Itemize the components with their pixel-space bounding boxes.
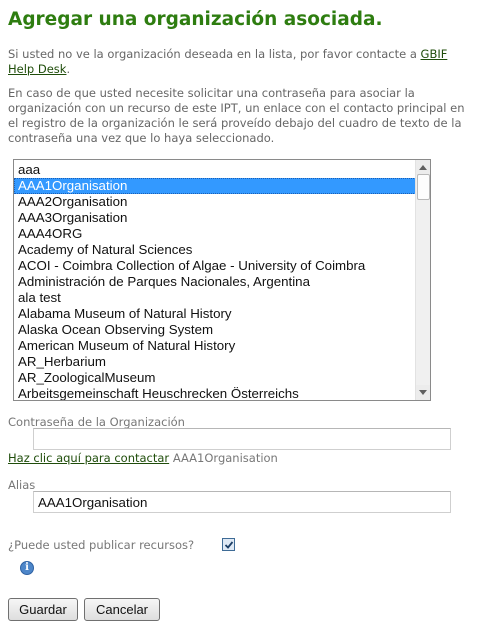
alias-input[interactable] xyxy=(33,491,451,513)
contact-organization: AAA1Organisation xyxy=(172,451,278,465)
password-label: Contraseña de la Organización xyxy=(8,415,185,429)
alias-label: Alias xyxy=(8,478,36,492)
password-info-text: En caso de que usted necesite solicitar … xyxy=(8,86,465,145)
scroll-up-button[interactable] xyxy=(416,160,430,175)
intro-period: . xyxy=(66,62,71,76)
organization-option[interactable]: Alabama Museum of Natural History xyxy=(14,306,416,322)
organization-option[interactable]: ala test xyxy=(14,290,416,306)
checkmark-icon xyxy=(224,541,234,549)
cancel-button[interactable]: Cancelar xyxy=(84,598,160,621)
organization-option[interactable]: AR_ZoologicalMuseum xyxy=(14,370,416,386)
organization-option[interactable]: ACOI - Coimbra Collection of Algae - Uni… xyxy=(14,258,416,274)
chevron-down-icon xyxy=(419,390,427,395)
scroll-down-button[interactable] xyxy=(416,385,430,400)
organization-option[interactable]: AAA3Organisation xyxy=(14,210,416,226)
organization-option[interactable]: American Museum of Natural History xyxy=(14,338,416,354)
chevron-up-icon xyxy=(419,165,427,170)
organization-options: aaa AAA1Organisation AAA2Organisation AAA3O… xyxy=(14,162,416,400)
organization-option[interactable]: Academy of Natural Sciences xyxy=(14,242,416,258)
organization-option[interactable]: AAA4ORG xyxy=(14,226,416,242)
organization-list[interactable]: aaa AAA1Organisation AAA2Organisation AAA3O… xyxy=(13,159,431,401)
list-scrollbar[interactable] xyxy=(415,160,430,400)
organization-option[interactable]: aaa xyxy=(14,162,416,178)
publish-label: ¿Puede usted publicar recursos? xyxy=(8,538,195,552)
page-title: Agregar una organización asociada. xyxy=(8,9,383,30)
contact-link[interactable]: Haz clic aquí para contactar xyxy=(8,451,169,465)
info-icon[interactable]: i xyxy=(20,561,34,575)
save-button[interactable]: Guardar xyxy=(8,598,78,621)
organization-option[interactable]: Alaska Ocean Observing System xyxy=(14,322,416,338)
contact-row: Haz clic aquí para contactar AAA1Organis… xyxy=(8,451,278,465)
organization-option[interactable]: AR_Herbarium xyxy=(14,354,416,370)
organization-option[interactable]: Arbeitsgemeinschaft Heuschrecken Österre… xyxy=(14,386,416,400)
publish-checkbox[interactable] xyxy=(222,538,235,551)
password-input[interactable] xyxy=(33,428,451,450)
organization-option[interactable]: Administración de Parques Nacionales, Ar… xyxy=(14,274,416,290)
organization-option[interactable]: AAA1Organisation xyxy=(14,178,416,194)
intro-message: Si usted no ve la organización deseada e… xyxy=(8,47,417,61)
scroll-thumb[interactable] xyxy=(417,174,430,200)
intro-text: Si usted no ve la organización deseada e… xyxy=(8,47,474,77)
organization-option[interactable]: AAA2Organisation xyxy=(14,194,416,210)
